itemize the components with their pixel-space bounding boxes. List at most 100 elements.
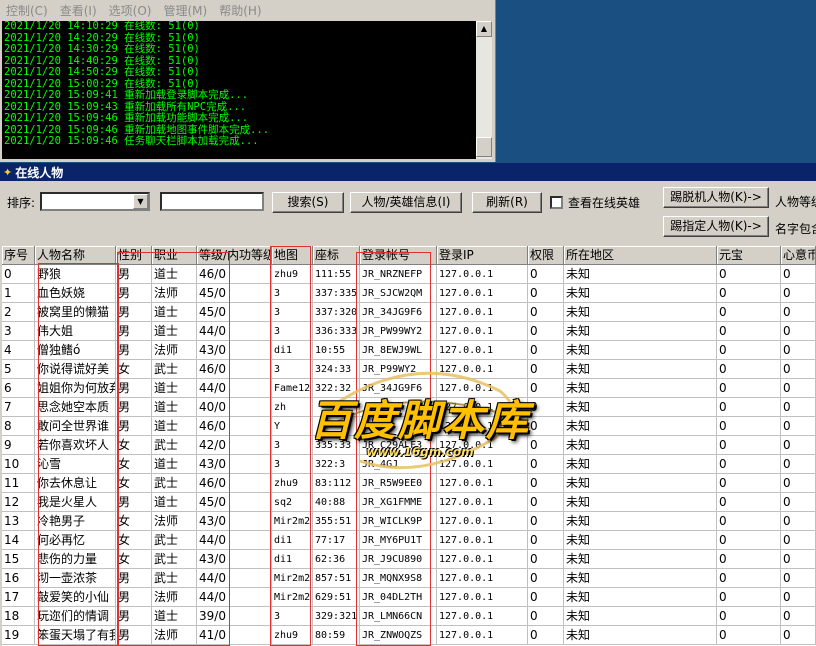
column-header-index[interactable]: 序号	[2, 246, 35, 265]
cell-name: 玩迩们的情调	[35, 607, 116, 626]
cell-xinyi: 0	[781, 265, 816, 284]
cell-level: 46/0	[197, 474, 272, 493]
cell-permission: 0	[528, 322, 564, 341]
cell-yuanbao: 0	[717, 588, 781, 607]
table-row[interactable]: 9 若你喜欢坏人女武士 42/0 3 335:33 JR_C29ALF3 127.0.0.1…	[2, 436, 816, 455]
column-header-region[interactable]: 所在地区	[564, 246, 717, 265]
table-row[interactable]: 6 姐姐你为何放弃男道士 44/0 Fame12 322:32 JR_34JG9F6 127…	[2, 379, 816, 398]
cell-class: 道士	[152, 322, 197, 341]
cell-name: 敢问全世界谁	[35, 417, 116, 436]
log-scrollbar[interactable]: ▲	[476, 21, 492, 159]
cell-account: JR_MQNX9S8	[360, 569, 437, 588]
table-row[interactable]: 2 被窝里的懒猫男道士 45/0 3 337:320 JR_34JG9F6 127.0.0.…	[2, 303, 816, 322]
menu-help[interactable]: 帮助(H)	[213, 2, 267, 19]
cell-yuanbao: 0	[717, 322, 781, 341]
cell-map: di1	[272, 550, 313, 569]
table-row[interactable]: 10 沁雪女道士 43/0 3 322:3 JR_4GJ 127.0.0.1 0 未知 0 0	[2, 455, 816, 474]
menu-options[interactable]: 选项(O)	[103, 2, 158, 19]
cell-name: 你去休息让	[35, 474, 116, 493]
table-row[interactable]: 1 血色妖娆男法师 45/0 3 337:335 JR_SJCW2QM 127.0.0.1 0…	[2, 284, 816, 303]
cell-ip: 127.0.0.1	[437, 588, 528, 607]
log-line: 2021/1/20 15:09:41 重新加载登录脚本完成...	[4, 89, 249, 101]
cell-permission: 0	[528, 569, 564, 588]
cell-level: 40/0	[197, 398, 272, 417]
cell-index: 2	[2, 303, 35, 322]
cell-class: 武士	[152, 474, 197, 493]
cell-class: 道士	[152, 455, 197, 474]
cell-ip: 127.0.0.1	[437, 455, 528, 474]
hero-info-button[interactable]: 人物/英雄信息(I)	[350, 192, 462, 213]
table-row[interactable]: 12 我是火星人男道士 45/0 sq2 40:88 JR_XG1FMME 127.0.0.…	[2, 493, 816, 512]
cell-permission: 0	[528, 341, 564, 360]
kick-selected-button[interactable]: 踢指定人物(K)->	[663, 216, 769, 237]
cell-permission: 0	[528, 379, 564, 398]
cell-xinyi: 0	[781, 360, 816, 379]
sort-select[interactable]: ▼	[40, 192, 150, 211]
table-row[interactable]: 15 悲伤的力量女武士 43/0 di1 62:36 JR_J9CU890 127.0.0.…	[2, 550, 816, 569]
cell-map: 3	[272, 303, 313, 322]
table-row[interactable]: 19 笨蛋天塌了有我男法师 41/0 zhu9 80:59 JR_ZNWOQZS 127.0…	[2, 626, 816, 645]
column-header-class[interactable]: 职业	[152, 246, 197, 265]
table-row[interactable]: 8 敢问全世界谁男道士 46/0 Y 127.0.0.1 0 未知 0 0	[2, 417, 816, 436]
table-row[interactable]: 3 伟大姐男道士 44/0 3 336:333 JR_PW99WY2 127.0.0.1 0 未…	[2, 322, 816, 341]
console-window: 控制(C) 查看(I) 选项(O) 管理(M) 帮助(H) 2021/1/20 …	[0, 0, 496, 162]
table-row[interactable]: 17 敲爱笑的小仙男法师 44/0 Mir2m2 629:51 JR_04DL2TH 127…	[2, 588, 816, 607]
cell-index: 14	[2, 531, 35, 550]
cell-xinyi: 0	[781, 588, 816, 607]
column-header-name[interactable]: 人物名称	[35, 246, 116, 265]
table-row[interactable]: 18 玩迩们的情调男道士 39/0 3 329:321 JR_LMN66CN 127.0.0…	[2, 607, 816, 626]
table-row[interactable]: 7 思念她空本质男道士 40/0 zh 127.0.0.1 0 未知 0 0	[2, 398, 816, 417]
column-header-gender[interactable]: 性别	[116, 246, 152, 265]
cell-index: 17	[2, 588, 35, 607]
cell-class: 道士	[152, 379, 197, 398]
cell-name: 你说得谎好美	[35, 360, 116, 379]
cell-level: 45/0	[197, 284, 272, 303]
cell-class: 法师	[152, 626, 197, 645]
table-row[interactable]: 5 你说得谎好美女武士 46/0 3 324:33 JR_P99WY2 127.0.0.1 0…	[2, 360, 816, 379]
table-row[interactable]: 14 何必再忆女武士 44/0 di1 77:17 JR_MY6PU1T 127.0.0.1…	[2, 531, 816, 550]
search-button[interactable]: 搜索(S)	[272, 192, 344, 213]
online-hero-checkbox[interactable]	[550, 196, 563, 209]
column-header-account[interactable]: 登录帐号	[360, 246, 437, 265]
cell-name: 笨蛋天塌了有我	[35, 626, 116, 645]
cell-yuanbao: 0	[717, 531, 781, 550]
column-header-ip[interactable]: 登录IP	[437, 246, 528, 265]
column-header-yuanbao[interactable]: 元宝	[717, 246, 781, 265]
cell-region: 未知	[564, 284, 717, 303]
cell-gender: 女	[116, 512, 152, 531]
column-header-map[interactable]: 地图	[272, 246, 313, 265]
table-row[interactable]: 13 冷艳男子女法师 43/0 Mir2m2 355:51 JR_WICLK9P 127.0…	[2, 512, 816, 531]
refresh-button[interactable]: 刷新(R)	[472, 192, 542, 213]
column-header-xinyi[interactable]: 心意币	[781, 246, 816, 265]
cell-account: JR_8EWJ9WL	[360, 341, 437, 360]
cell-class: 道士	[152, 398, 197, 417]
menu-view[interactable]: 查看(I)	[54, 2, 103, 19]
scroll-up-icon[interactable]: ▲	[476, 21, 492, 37]
table-row[interactable]: 0 野狼男道士 46/0 zhu9 111:55 JR_NRZNEFP 127.0.0.1 0…	[2, 265, 816, 284]
search-input[interactable]	[160, 192, 264, 211]
cell-ip: 127.0.0.1	[437, 493, 528, 512]
cell-gender: 男	[116, 303, 152, 322]
menu-manage[interactable]: 管理(M)	[157, 2, 213, 19]
cell-map: 3	[272, 284, 313, 303]
scroll-thumb[interactable]	[476, 137, 492, 157]
cell-permission: 0	[528, 531, 564, 550]
column-header-permission[interactable]: 权限	[528, 246, 564, 265]
kick-offline-button[interactable]: 踢脱机人物(K)->	[663, 187, 769, 208]
cell-ip: 127.0.0.1	[437, 626, 528, 645]
cell-region: 未知	[564, 569, 717, 588]
table-row[interactable]: 16 沏一壶浓茶男武士 44/0 Mir2m2 857:51 JR_MQNX9S8 127.…	[2, 569, 816, 588]
cell-map: 3	[272, 360, 313, 379]
cell-level: 45/0	[197, 303, 272, 322]
cell-index: 18	[2, 607, 35, 626]
cell-xinyi: 0	[781, 493, 816, 512]
column-header-coords[interactable]: 座标	[313, 246, 360, 265]
cell-account: JR_NRZNEFP	[360, 265, 437, 284]
menu-control[interactable]: 控制(C)	[0, 2, 54, 19]
cell-coords: 10:55	[313, 341, 360, 360]
chevron-down-icon[interactable]: ▼	[133, 194, 148, 209]
table-row[interactable]: 11 你去休息让女武士 46/0 zhu9 83:112 JR_R5W9EE0 127.0.…	[2, 474, 816, 493]
cell-index: 1	[2, 284, 35, 303]
table-row[interactable]: 4 僧独鳍ó 男法师 43/0 di1 10:55 JR_8EWJ9WL 127.0.0.1 0…	[2, 341, 816, 360]
column-header-level[interactable]: 等级/内功等级	[197, 246, 272, 265]
